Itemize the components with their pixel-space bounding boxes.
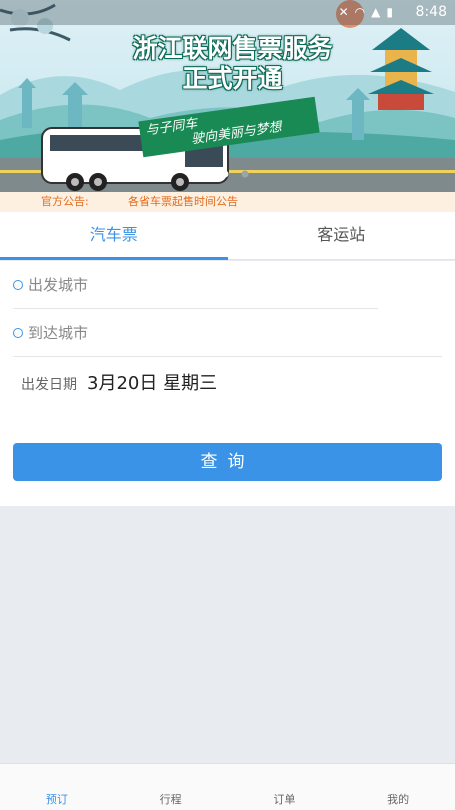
nav-item-mine[interactable]: 我的 <box>341 764 455 810</box>
banner-title: 浙江联网售票服务 正式开通 <box>120 34 345 94</box>
status-time: 8:48 <box>415 4 447 20</box>
departure-date-label: 出发日期 <box>21 377 77 393</box>
promo-banner[interactable]: ✕ ◠ ▲ ▮ 8:48 浙江联网售票服务 正式开通 与子同车 驶向美丽与梦想 <box>0 0 455 192</box>
banner-title-line2: 正式开通 <box>182 64 283 93</box>
signal-icon: ▲ <box>371 5 381 19</box>
banner-title-line1: 浙江联网售票服务 <box>132 34 333 63</box>
arrival-city-field[interactable]: 到达城市 <box>13 309 442 357</box>
banner-illustration <box>0 0 455 192</box>
status-icons: ✕ ◠ ▲ ▮ <box>339 4 393 20</box>
tab-bus-ticket[interactable]: 汽车票 <box>0 212 228 260</box>
search-button[interactable]: 查询 <box>13 443 442 481</box>
battery-icon: ▮ <box>386 5 393 19</box>
search-form: 出发城市 到达城市 出发日期 3月20日 星期三 查询 <box>0 261 455 506</box>
departure-date-row[interactable]: 出发日期 3月20日 星期三 <box>21 369 217 395</box>
arrival-city-placeholder: 到达城市 <box>28 324 89 342</box>
status-bar: ✕ ◠ ▲ ▮ 8:48 <box>0 0 455 25</box>
arrival-dot-icon <box>13 327 23 338</box>
departure-dot-icon <box>13 279 23 290</box>
mute-icon: ✕ <box>338 5 349 19</box>
nav-item-trips[interactable]: 行程 <box>114 764 228 810</box>
bottom-navigation: 预订 行程 订单 我的 <box>0 763 455 810</box>
ticket-type-tabs: 汽车票 客运站 <box>0 212 455 260</box>
departure-date-value[interactable]: 3月20日 星期三 <box>87 369 217 395</box>
nav-item-booking[interactable]: 预订 <box>0 764 114 810</box>
wifi-icon: ◠ <box>354 5 366 19</box>
tab-bus-station[interactable]: 客运站 <box>228 212 455 259</box>
departure-city-placeholder: 出发城市 <box>28 276 89 294</box>
announcement-label: 官方公告: <box>41 195 89 208</box>
announcement-message[interactable]: 各省车票起售时间公告 <box>128 192 238 212</box>
announcement-bar[interactable]: 官方公告: 各省车票起售时间公告 <box>0 192 455 212</box>
departure-city-field[interactable]: 出发城市 <box>13 261 378 309</box>
nav-item-orders[interactable]: 订单 <box>228 764 342 810</box>
